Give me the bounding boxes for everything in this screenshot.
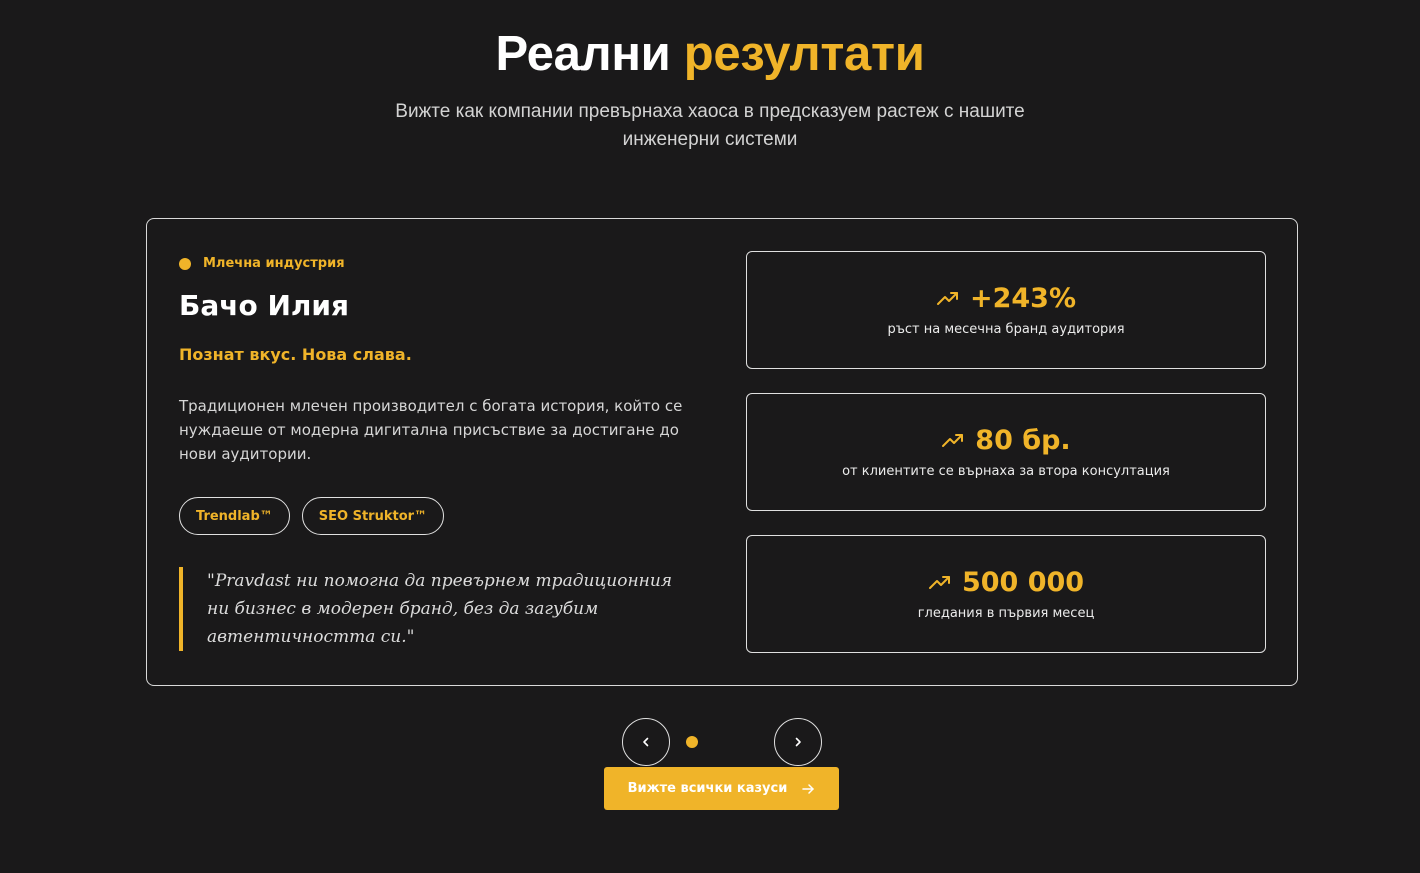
service-tag[interactable]: Trendlab™: [179, 497, 290, 535]
trending-up-icon: [942, 433, 964, 447]
carousel-prev-button[interactable]: [622, 718, 670, 766]
section-header: Реални резултати Вижте как компании прев…: [0, 26, 1420, 154]
service-tag[interactable]: SEO Struktor™: [301, 497, 445, 535]
stat-value: 80 бр.: [975, 425, 1071, 456]
stat-headline: 500 000: [928, 567, 1084, 598]
carousel-next-button[interactable]: [774, 718, 822, 766]
trending-up-icon: [936, 291, 958, 305]
stat-headline: 80 бр.: [941, 425, 1071, 456]
title-accent: резултати: [683, 27, 925, 81]
client-tagline: Познат вкус. Нова слава.: [179, 345, 412, 364]
case-description: Традиционен млечен производител с богата…: [179, 397, 683, 463]
service-tags: Trendlab™ SEO Struktor™: [179, 497, 445, 535]
stat-card: +243% ръст на месечна бранд аудитория: [746, 251, 1266, 369]
stat-value: 500 000: [961, 567, 1085, 598]
stat-card: 500 000 гледания в първия месец: [746, 535, 1266, 653]
view-all-cases-button[interactable]: Вижте всички казуси: [604, 767, 839, 810]
carousel-nav: [622, 718, 822, 766]
stat-headline: +243%: [936, 283, 1076, 314]
arrow-right-icon: [802, 783, 815, 794]
stat-label: гледания в първия месец: [917, 606, 1095, 621]
section-subtitle: Вижте как компании превърнаха хаоса в пр…: [395, 101, 1025, 150]
client-name: Бачо Илия: [179, 289, 349, 322]
client-quote: "Pravdast ни помогна да превърнем традиц…: [179, 567, 679, 651]
industry-dot-icon: [179, 257, 191, 270]
section-title: Реални резултати: [0, 26, 1420, 82]
industry-label: Млечна индустрия: [203, 256, 345, 271]
stat-value: +243%: [969, 283, 1077, 314]
stat-label: ръст на месечна бранд аудитория: [887, 322, 1125, 337]
trending-up-icon: [928, 575, 950, 589]
stat-label: от клиентите се върнаха за втора консулт…: [842, 464, 1170, 479]
title-main: Реални: [495, 27, 671, 81]
stat-card: 80 бр. от клиентите се върнаха за втора …: [746, 393, 1266, 511]
case-study-card: Млечна индустрия Бачо Илия Познат вкус. …: [146, 218, 1298, 686]
cta-label: Вижте всички казуси: [627, 781, 788, 796]
industry-badge: Млечна индустрия: [179, 256, 345, 271]
chevron-left-icon: [643, 737, 649, 747]
chevron-right-icon: [795, 737, 801, 747]
quote-text: "Pravdast ни помогна да превърнем традиц…: [207, 571, 673, 647]
results-stats: +243% ръст на месечна бранд аудитория 80…: [746, 251, 1266, 677]
carousel-dot-active[interactable]: [686, 736, 698, 748]
